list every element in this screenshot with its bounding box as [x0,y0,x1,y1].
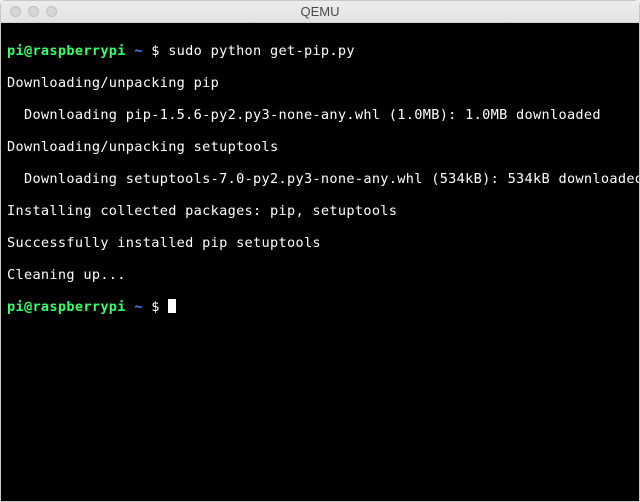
cursor-icon [168,299,176,313]
prompt-user: pi@raspberrypi [7,299,126,315]
command: sudo python get-pip.py [168,43,355,59]
output-line: Installing collected packages: pip, setu… [7,203,633,219]
prompt-path: ~ [134,43,142,59]
qemu-window: QEMU pi@raspberrypi ~ $ sudo python get-… [0,0,640,502]
prompt-line: pi@raspberrypi ~ $ sudo python get-pip.p… [7,43,633,59]
traffic-lights [10,6,57,17]
prompt-line: pi@raspberrypi ~ $ [7,299,633,315]
minimize-icon[interactable] [28,6,39,17]
terminal[interactable]: pi@raspberrypi ~ $ sudo python get-pip.p… [1,23,639,501]
window-title: QEMU [1,4,639,19]
titlebar[interactable]: QEMU [1,1,639,23]
close-icon[interactable] [10,6,21,17]
prompt-user: pi@raspberrypi [7,43,126,59]
output-line: Downloading/unpacking setuptools [7,139,633,155]
zoom-icon[interactable] [46,6,57,17]
output-line: Successfully installed pip setuptools [7,235,633,251]
output-line: Cleaning up... [7,267,633,283]
output-line: Downloading setuptools-7.0-py2.py3-none-… [7,171,633,187]
prompt-symbol: $ [151,299,159,315]
output-line: Downloading pip-1.5.6-py2.py3-none-any.w… [7,107,633,123]
prompt-path: ~ [134,299,142,315]
prompt-symbol: $ [151,43,159,59]
output-line: Downloading/unpacking pip [7,75,633,91]
